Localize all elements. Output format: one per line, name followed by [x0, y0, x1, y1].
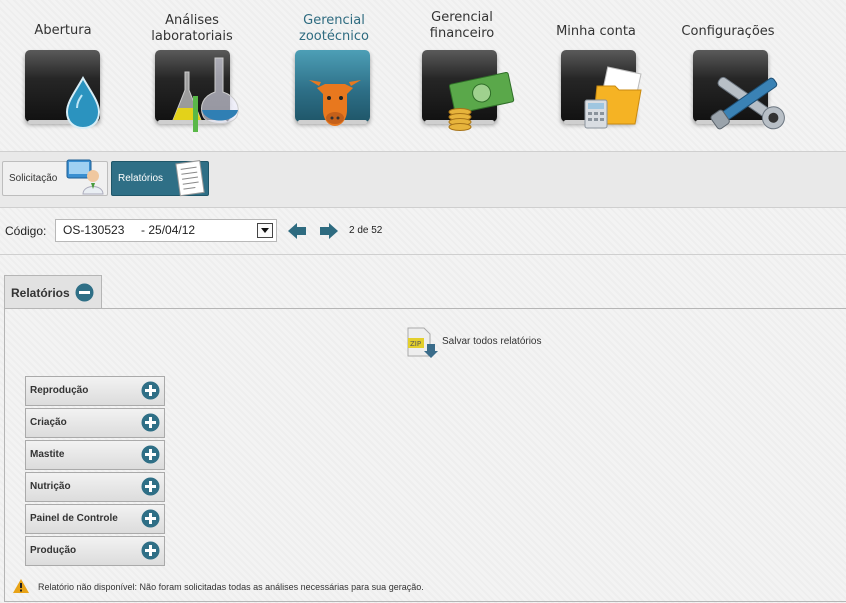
- nav-label-line2: laboratoriais: [151, 29, 233, 44]
- category-label: Criação: [30, 417, 67, 428]
- save-all-reports-button[interactable]: ZIP Salvar todos relatórios: [405, 326, 565, 360]
- code-label: Código:: [5, 224, 47, 238]
- tab-solicitacao-label: Solicitação: [9, 173, 58, 184]
- nav-label-line1: Gerencial: [303, 13, 365, 28]
- save-all-label: Salvar todos relatórios: [442, 336, 542, 347]
- tools-icon: [693, 50, 785, 130]
- expand-plus-icon[interactable]: [141, 477, 160, 496]
- nav-label: Abertura: [34, 23, 92, 38]
- record-counter: 2 de 52: [349, 225, 383, 236]
- nav-label-line1: Gerencial: [431, 10, 493, 25]
- nav-analises-laboratoriais[interactable]: Análises laboratoriais: [132, 0, 252, 145]
- category-nutricao[interactable]: Nutrição: [25, 472, 165, 502]
- code-select[interactable]: OS-130523 - 25/04/12: [55, 219, 277, 242]
- report-category-list: Reprodução Criação Mastite Nutrição Pain…: [25, 376, 165, 568]
- money-icon: [422, 50, 515, 131]
- tab-solicitacao[interactable]: Solicitação: [2, 159, 108, 196]
- code-select-value: OS-130523 - 25/04/12: [63, 223, 196, 237]
- svg-text:ZIP: ZIP: [410, 340, 421, 348]
- chevron-down-icon[interactable]: [257, 223, 273, 238]
- expand-plus-icon[interactable]: [141, 381, 160, 400]
- code-selector-row: Código: OS-130523 - 25/04/12 2 de 52: [0, 208, 846, 254]
- lab-flasks-icon: [155, 50, 239, 132]
- nav-minha-conta[interactable]: Minha conta: [536, 0, 656, 145]
- expand-plus-icon[interactable]: [141, 413, 160, 432]
- drop-icon: [25, 50, 100, 130]
- next-arrow-icon[interactable]: [319, 221, 339, 241]
- account-folder-icon: [561, 50, 642, 129]
- subtab-bar: Solicitação Relatórios: [0, 152, 846, 207]
- previous-arrow-icon[interactable]: [287, 221, 307, 241]
- expand-plus-icon[interactable]: [141, 445, 160, 464]
- cow-icon: [295, 50, 370, 126]
- category-mastite[interactable]: Mastite: [25, 440, 165, 470]
- nav-label-line1: Análises: [165, 13, 219, 28]
- category-label: Mastite: [30, 449, 65, 460]
- tab-relatorios-label: Relatórios: [118, 173, 164, 184]
- category-label: Reprodução: [30, 385, 89, 396]
- nav-label: Minha conta: [556, 24, 636, 39]
- nav-gerencial-financeiro[interactable]: Gerencial financeiro: [402, 0, 522, 145]
- divider: [0, 254, 846, 255]
- category-label: Produção: [30, 545, 77, 556]
- category-label: Painel de Controle: [30, 513, 118, 524]
- nav-label-line2: zootécnico: [299, 29, 369, 44]
- category-producao[interactable]: Produção: [25, 536, 165, 566]
- panel-title: Relatórios: [11, 286, 70, 300]
- expand-plus-icon[interactable]: [141, 541, 160, 560]
- expand-plus-icon[interactable]: [141, 509, 160, 528]
- category-reproducao[interactable]: Reprodução: [25, 376, 165, 406]
- category-painel-de-controle[interactable]: Painel de Controle: [25, 504, 165, 534]
- nav-label-line2: financeiro: [429, 26, 495, 41]
- warning-text: Relatório não disponível: Não foram soli…: [38, 582, 424, 592]
- category-label: Nutrição: [30, 481, 71, 492]
- nav-label: Configurações: [681, 24, 775, 39]
- zip-download-icon: ZIP: [407, 327, 438, 358]
- nav-gerencial-zootecnico[interactable]: Gerencial zootécnico: [274, 0, 394, 145]
- nav-abertura[interactable]: Abertura: [3, 0, 123, 145]
- report-document-icon: [175, 160, 205, 197]
- user-computer-icon: [66, 159, 104, 195]
- nav-configuracoes[interactable]: Configurações: [668, 0, 788, 145]
- main-navigation: Abertura Análises laboratoriais Gerencia…: [0, 0, 846, 150]
- panel-tab-relatorios[interactable]: Relatórios: [4, 275, 102, 308]
- collapse-minus-icon[interactable]: [75, 283, 94, 302]
- tab-relatorios[interactable]: Relatórios: [111, 160, 209, 197]
- category-criacao[interactable]: Criação: [25, 408, 165, 438]
- warning-icon: [13, 579, 29, 593]
- warning-message: Relatório não disponível: Não foram soli…: [13, 577, 713, 597]
